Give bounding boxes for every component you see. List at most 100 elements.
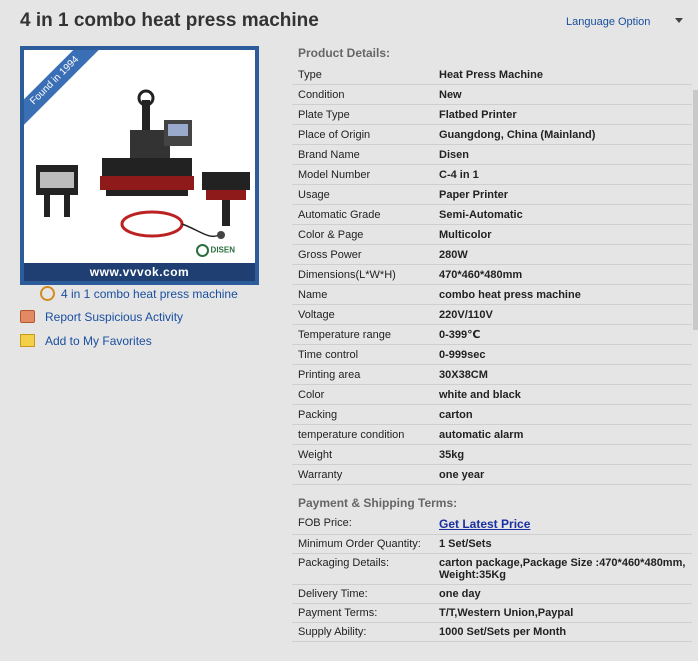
detail-key: Packing: [292, 404, 433, 425]
table-row: Automatic Grade Semi-Automatic: [292, 204, 692, 225]
detail-key: Plate Type: [292, 104, 433, 125]
detail-key: Temperature range: [292, 324, 433, 345]
detail-value: combo heat press machine: [433, 284, 692, 305]
caption-text: 4 in 1 combo heat press machine: [61, 287, 238, 301]
report-activity-link[interactable]: Report Suspicious Activity: [20, 310, 183, 324]
detail-value: 30X38CM: [433, 364, 692, 385]
detail-key: Gross Power: [292, 244, 433, 265]
table-row: Weight 35kg: [292, 444, 692, 465]
detail-value: Multicolor: [433, 224, 692, 245]
table-row: Name combo heat press machine: [292, 284, 692, 305]
table-row: Brand Name Disen: [292, 144, 692, 165]
detail-value: Flatbed Printer: [433, 104, 692, 125]
scrollbar[interactable]: [693, 90, 698, 330]
table-row: Type Heat Press Machine: [292, 65, 692, 85]
detail-key: Automatic Grade: [292, 204, 433, 225]
image-caption-link[interactable]: 4 in 1 combo heat press machine: [40, 286, 238, 302]
fob-label: FOB Price:: [292, 514, 433, 535]
language-option-link[interactable]: Language Option: [566, 16, 650, 28]
detail-value: Disen: [433, 144, 692, 165]
detail-key: Model Number: [292, 164, 433, 185]
favorites-folder-icon: [20, 334, 35, 348]
add-favorites-link[interactable]: Add to My Favorites: [20, 334, 152, 348]
table-row: Packing carton: [292, 404, 692, 425]
favorites-label: Add to My Favorites: [45, 334, 152, 348]
term-key: Minimum Order Quantity:: [292, 534, 433, 554]
detail-key: Place of Origin: [292, 124, 433, 145]
detail-value: Paper Printer: [433, 184, 692, 205]
detail-key: Voltage: [292, 304, 433, 325]
detail-value: automatic alarm: [433, 424, 692, 445]
detail-key: Warranty: [292, 464, 433, 485]
table-row: Minimum Order Quantity: 1 Set/Sets: [292, 534, 692, 554]
term-key: Packaging Details:: [292, 553, 433, 585]
term-key: Supply Ability:: [292, 622, 433, 642]
product-details-table: Type Heat Press Machine Condition New Plate …: [292, 65, 692, 485]
image-watermark: www.vvvok.com: [24, 263, 255, 281]
table-row: Time control 0-999sec: [292, 344, 692, 365]
table-row: Color white and black: [292, 384, 692, 405]
detail-value: 35kg: [433, 444, 692, 465]
term-value: 1000 Set/Sets per Month: [433, 622, 692, 642]
table-row: Payment Terms: T/T,Western Union,Paypal: [292, 603, 692, 623]
zoom-icon: [40, 286, 55, 302]
detail-value: 0-999sec: [433, 344, 692, 365]
table-row: temperature condition automatic alarm: [292, 424, 692, 445]
detail-key: Dimensions(L*W*H): [292, 264, 433, 285]
table-row: Delivery Time: one day: [292, 584, 692, 604]
detail-key: Weight: [292, 444, 433, 465]
detail-key: Time control: [292, 344, 433, 365]
report-label: Report Suspicious Activity: [45, 310, 184, 324]
table-row: Usage Paper Printer: [292, 184, 692, 205]
detail-key: Printing area: [292, 364, 433, 385]
product-image[interactable]: Found in 1994 DISEN www.vvvok.com: [20, 46, 259, 285]
table-row: Model Number C-4 in 1: [292, 164, 692, 185]
table-row: Voltage 220V/110V: [292, 304, 692, 325]
detail-key: temperature condition: [292, 424, 433, 445]
table-row: Warranty one year: [292, 464, 692, 485]
payment-terms-title: Payment & Shipping Terms:: [298, 496, 458, 510]
table-row: Color & Page Multicolor: [292, 224, 692, 245]
detail-value: 280W: [433, 244, 692, 265]
get-latest-price-link[interactable]: Get Latest Price: [439, 517, 530, 531]
term-value: carton package,Package Size :470*460*480…: [433, 553, 692, 585]
heat-press-illustration: [36, 89, 250, 239]
disen-logo: DISEN: [196, 244, 235, 257]
product-details-title: Product Details:: [298, 46, 391, 60]
detail-key: Type: [292, 65, 433, 85]
detail-value: New: [433, 84, 692, 105]
detail-key: Color & Page: [292, 224, 433, 245]
term-value: 1 Set/Sets: [433, 534, 692, 554]
detail-key: Name: [292, 284, 433, 305]
detail-value: 470*460*480mm: [433, 264, 692, 285]
table-row: Printing area 30X38CM: [292, 364, 692, 385]
detail-value: one year: [433, 464, 692, 485]
table-row: Gross Power 280W: [292, 244, 692, 265]
term-key: Payment Terms:: [292, 603, 433, 623]
detail-value: Heat Press Machine: [433, 65, 692, 85]
table-row: Condition New: [292, 84, 692, 105]
detail-key: Condition: [292, 84, 433, 105]
detail-value: 0-399℃: [433, 324, 692, 345]
detail-value: 220V/110V: [433, 304, 692, 325]
table-row: Packaging Details: carton package,Package…: [292, 553, 692, 585]
payment-terms-table: FOB Price: Get Latest Price Minimum Orde…: [292, 514, 692, 642]
term-key: Delivery Time:: [292, 584, 433, 604]
chevron-down-icon[interactable]: [675, 18, 683, 23]
detail-value: carton: [433, 404, 692, 425]
report-icon: [20, 310, 35, 324]
table-row: Supply Ability: 1000 Set/Sets per Month: [292, 622, 692, 642]
detail-key: Brand Name: [292, 144, 433, 165]
table-row: Plate Type Flatbed Printer: [292, 104, 692, 125]
detail-value: C-4 in 1: [433, 164, 692, 185]
table-row: Temperature range 0-399℃: [292, 324, 692, 345]
table-row: Dimensions(L*W*H) 470*460*480mm: [292, 264, 692, 285]
detail-key: Color: [292, 384, 433, 405]
detail-value: Guangdong, China (Mainland): [433, 124, 692, 145]
detail-key: Usage: [292, 184, 433, 205]
detail-value: Semi-Automatic: [433, 204, 692, 225]
table-row: Place of Origin Guangdong, China (Mainlan…: [292, 124, 692, 145]
term-value: T/T,Western Union,Paypal: [433, 603, 692, 623]
detail-value: white and black: [433, 384, 692, 405]
table-row: FOB Price: Get Latest Price: [292, 514, 692, 535]
